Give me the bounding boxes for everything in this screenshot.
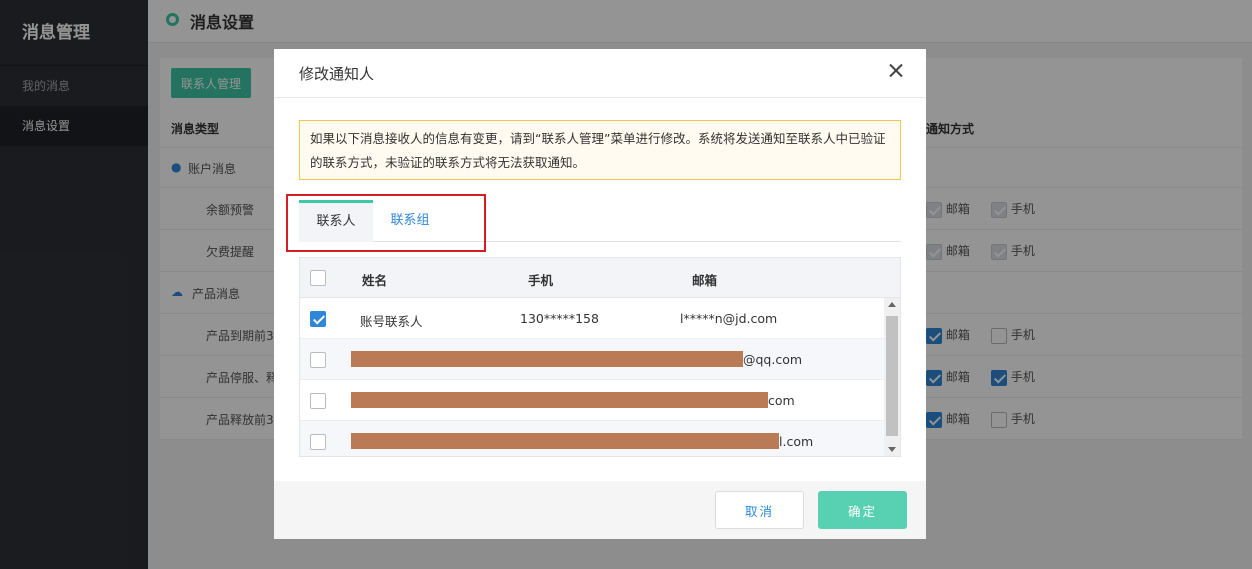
close-icon[interactable] <box>886 61 906 81</box>
table-header: 姓名 手机 邮箱 <box>300 258 900 298</box>
redacted-block <box>351 392 768 408</box>
row-checkbox[interactable] <box>310 351 326 368</box>
redacted-block <box>351 433 779 449</box>
header-name: 姓名 <box>362 273 388 288</box>
modal-title: 修改通知人 <box>299 65 375 83</box>
redacted-block <box>351 351 743 367</box>
contact-tabs: 联系人 联系组 <box>299 200 901 242</box>
contact-email: l.com <box>779 434 814 449</box>
cancel-button[interactable]: 取消 <box>715 491 804 529</box>
modal-divider <box>274 97 926 98</box>
table-scrollbar[interactable] <box>884 298 900 456</box>
tab-contacts[interactable]: 联系人 <box>299 200 373 242</box>
select-all-checkbox[interactable] <box>310 269 326 286</box>
header-phone: 手机 <box>528 273 554 288</box>
scroll-up-icon[interactable] <box>888 302 896 307</box>
notice-box: 如果以下消息接收人的信息有变更，请到“联系人管理”菜单进行修改。系统将发送通知至… <box>299 120 901 180</box>
contact-email: @qq.com <box>743 352 803 367</box>
header-email: 邮箱 <box>692 273 718 288</box>
contacts-table: 姓名 手机 邮箱 账号联系人 130*****158 l*****n@jd.co… <box>299 257 901 457</box>
contact-email: com <box>768 393 795 408</box>
contact-phone: 130*****158 <box>520 311 599 326</box>
table-row[interactable]: 账号联系人 130*****158 l*****n@jd.com <box>300 298 884 339</box>
contact-email: l*****n@jd.com <box>680 311 778 326</box>
table-row[interactable]: com <box>300 380 884 421</box>
edit-notifier-modal: 修改通知人 如果以下消息接收人的信息有变更，请到“联系人管理”菜单进行修改。系统… <box>274 49 926 539</box>
row-checkbox[interactable] <box>310 433 326 450</box>
contact-name: 账号联系人 <box>360 314 423 329</box>
scroll-thumb[interactable] <box>886 316 898 436</box>
row-checkbox[interactable] <box>310 310 326 327</box>
table-row[interactable]: l.com <box>300 421 884 456</box>
confirm-button[interactable]: 确定 <box>818 491 907 529</box>
scroll-down-icon[interactable] <box>888 447 896 452</box>
table-row[interactable]: @qq.com <box>300 339 884 380</box>
tab-contact-groups[interactable]: 联系组 <box>373 200 447 242</box>
row-checkbox[interactable] <box>310 392 326 409</box>
